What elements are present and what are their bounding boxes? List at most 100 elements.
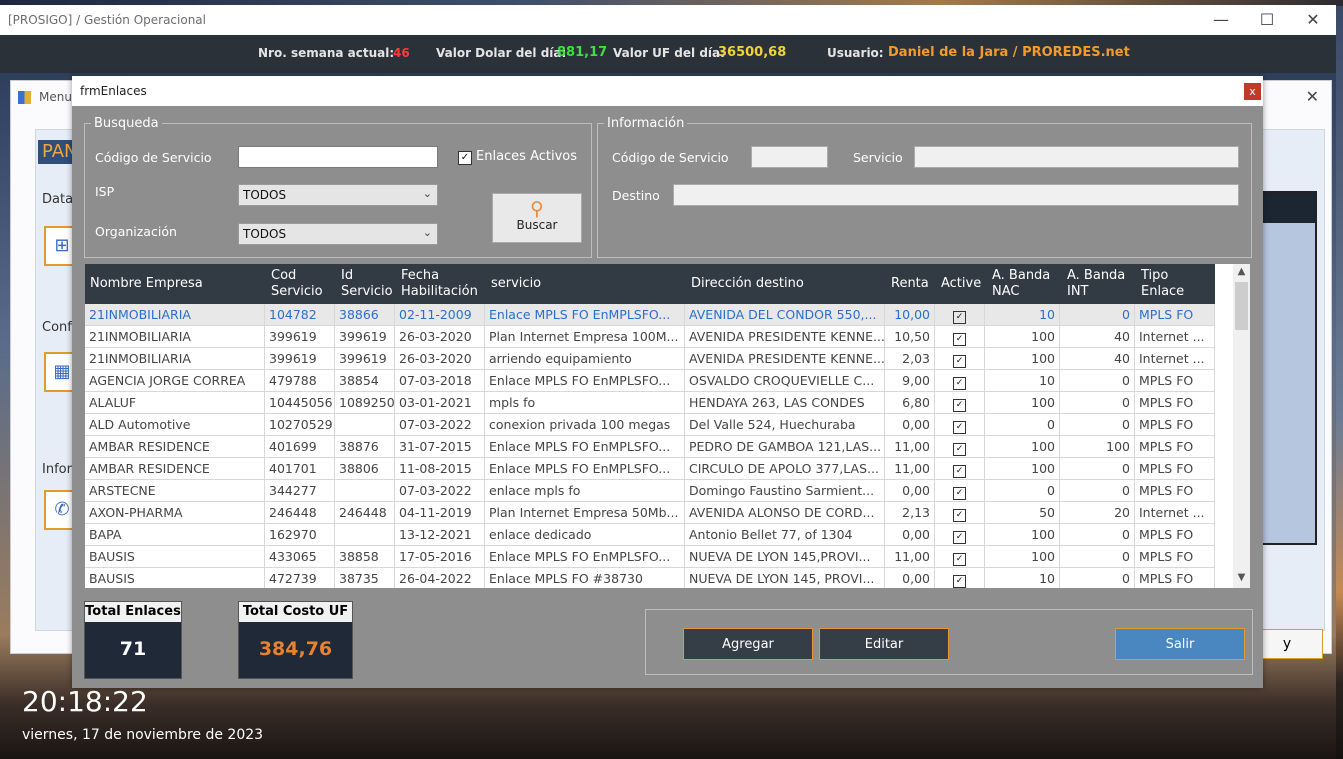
table-cell[interactable]: 399619 [265, 326, 335, 348]
salir-button[interactable]: Salir [1115, 628, 1245, 660]
active-cell[interactable]: ✓ [935, 546, 985, 568]
table-row[interactable]: 21INMOBILIARIA 399619 399619 26-03-2020 Plan… [85, 326, 1215, 348]
table-cell[interactable]: 0,00 [885, 480, 935, 502]
table-cell[interactable]: Del Valle 524, Huechuraba [685, 414, 885, 436]
table-cell[interactable]: enlace mpls fo [485, 480, 685, 502]
table-cell[interactable]: AVENIDA DEL CONDOR 550,... [685, 304, 885, 326]
column-header[interactable]: Fecha Habilitación [401, 268, 478, 300]
active-checkbox[interactable]: ✓ [953, 311, 966, 324]
active-checkbox[interactable]: ✓ [953, 421, 966, 434]
table-cell[interactable]: AMBAR RESIDENCE [85, 436, 265, 458]
table-cell[interactable]: 11,00 [885, 458, 935, 480]
table-row[interactable]: 21INMOBILIARIA 104782 38866 02-11-2009 Enlac… [85, 304, 1215, 326]
column-header[interactable]: servicio [491, 276, 541, 292]
table-cell[interactable]: 100 [985, 392, 1060, 414]
table-cell[interactable]: 04-11-2019 [395, 502, 485, 524]
table-cell[interactable]: 21INMOBILIARIA [85, 348, 265, 370]
active-checkbox[interactable]: ✓ [953, 399, 966, 412]
active-cell[interactable]: ✓ [935, 326, 985, 348]
table-cell[interactable]: 100 [985, 458, 1060, 480]
table-row[interactable]: BAUSIS 433065 38858 17-05-2016 Enlace MPLS F… [85, 546, 1215, 568]
table-cell[interactable]: enlace dedicado [485, 524, 685, 546]
scrollbar-thumb[interactable] [1235, 282, 1248, 330]
table-cell[interactable]: 10 [985, 568, 1060, 588]
table-cell[interactable]: Internet ... [1135, 502, 1215, 524]
active-checkbox[interactable]: ✓ [953, 487, 966, 500]
chevron-up-icon[interactable]: ▲ [1233, 266, 1250, 277]
table-row[interactable]: AMBAR RESIDENCE 401701 38806 11-08-2015 Enla… [85, 458, 1215, 480]
table-cell[interactable]: 38806 [335, 458, 395, 480]
table-cell[interactable]: 479788 [265, 370, 335, 392]
table-cell[interactable]: BAUSIS [85, 568, 265, 588]
table-cell[interactable]: conexion privada 100 megas [485, 414, 685, 436]
table-cell[interactable]: 246448 [335, 502, 395, 524]
table-cell[interactable]: 1089250 [335, 392, 395, 414]
table-cell[interactable]: 0,00 [885, 524, 935, 546]
table-cell[interactable]: HENDAYA 263, LAS CONDES [685, 392, 885, 414]
table-cell[interactable]: 0 [985, 480, 1060, 502]
table-cell[interactable]: 399619 [265, 348, 335, 370]
table-cell[interactable]: Domingo Faustino Sarmient... [685, 480, 885, 502]
table-cell[interactable]: 11-08-2015 [395, 458, 485, 480]
active-cell[interactable]: ✓ [935, 304, 985, 326]
table-cell[interactable]: 0 [1060, 370, 1135, 392]
table-cell[interactable]: CIRCULO DE APOLO 377,LAS... [685, 458, 885, 480]
table-cell[interactable]: ARSTECNE [85, 480, 265, 502]
table-cell[interactable]: 38858 [335, 546, 395, 568]
agregar-button[interactable]: Agregar [683, 628, 813, 660]
table-cell[interactable]: 0 [1060, 458, 1135, 480]
table-row[interactable]: AMBAR RESIDENCE 401699 38876 31-07-2015 Enla… [85, 436, 1215, 458]
maximize-button[interactable]: ☐ [1244, 5, 1290, 35]
table-cell[interactable]: Enlace MPLS FO EnMPLSFO... [485, 458, 685, 480]
editar-button[interactable]: Editar [819, 628, 949, 660]
info-codigo-field[interactable] [751, 146, 828, 168]
table-cell[interactable]: 0 [1060, 546, 1135, 568]
table-cell[interactable]: 2,03 [885, 348, 935, 370]
table-cell[interactable]: 9,00 [885, 370, 935, 392]
table-cell[interactable]: 2,13 [885, 502, 935, 524]
table-cell[interactable]: MPLS FO [1135, 480, 1215, 502]
table-cell[interactable]: 6,80 [885, 392, 935, 414]
table-row[interactable]: ALALUF 10445056 1089250 03-01-2021 mpls fo HE… [85, 392, 1215, 414]
table-cell[interactable]: 07-03-2022 [395, 480, 485, 502]
table-cell[interactable]: 246448 [265, 502, 335, 524]
table-cell[interactable]: ALALUF [85, 392, 265, 414]
table-cell[interactable]: 0,00 [885, 414, 935, 436]
table-cell[interactable]: MPLS FO [1135, 546, 1215, 568]
table-row[interactable]: ALD Automotive 10270529 07-03-2022 conexion… [85, 414, 1215, 436]
table-cell[interactable]: 38854 [335, 370, 395, 392]
column-header[interactable]: A. Banda INT [1067, 268, 1125, 300]
table-row[interactable]: ARSTECNE 344277 07-03-2022 enlace mpls fo Do… [85, 480, 1215, 502]
table-cell[interactable]: Enlace MPLS FO EnMPLSFO... [485, 546, 685, 568]
table-cell[interactable]: 20 [1060, 502, 1135, 524]
table-cell[interactable]: 02-11-2009 [395, 304, 485, 326]
table-cell[interactable]: 401701 [265, 458, 335, 480]
table-cell[interactable]: 104782 [265, 304, 335, 326]
table-cell[interactable]: AXON-PHARMA [85, 502, 265, 524]
codigo-servicio-input[interactable] [238, 146, 438, 168]
isp-select[interactable]: TODOS ⌄ [238, 184, 438, 206]
table-cell[interactable]: MPLS FO [1135, 458, 1215, 480]
active-cell[interactable]: ✓ [935, 480, 985, 502]
table-cell[interactable]: 11,00 [885, 436, 935, 458]
table-cell[interactable]: MPLS FO [1135, 370, 1215, 392]
table-cell[interactable] [335, 414, 395, 436]
table-row[interactable]: AXON-PHARMA 246448 246448 04-11-2019 Plan In… [85, 502, 1215, 524]
active-cell[interactable]: ✓ [935, 414, 985, 436]
table-cell[interactable]: 0 [1060, 524, 1135, 546]
buscar-button[interactable]: ⚲ Buscar [492, 193, 582, 243]
table-cell[interactable]: 11,00 [885, 546, 935, 568]
dialog-close-button[interactable]: x [1244, 83, 1261, 100]
table-cell[interactable]: 13-12-2021 [395, 524, 485, 546]
table-cell[interactable]: Internet ... [1135, 326, 1215, 348]
table-cell[interactable]: 21INMOBILIARIA [85, 304, 265, 326]
table-cell[interactable]: arriendo equipamiento [485, 348, 685, 370]
table-cell[interactable]: ALD Automotive [85, 414, 265, 436]
table-cell[interactable]: Enlace MPLS FO EnMPLSFO... [485, 370, 685, 392]
minimize-button[interactable]: — [1198, 5, 1244, 35]
table-cell[interactable]: 100 [985, 546, 1060, 568]
table-cell[interactable]: 10 [985, 370, 1060, 392]
column-header[interactable]: Tipo Enlace [1141, 268, 1184, 300]
table-cell[interactable] [335, 480, 395, 502]
table-cell[interactable]: 100 [985, 436, 1060, 458]
